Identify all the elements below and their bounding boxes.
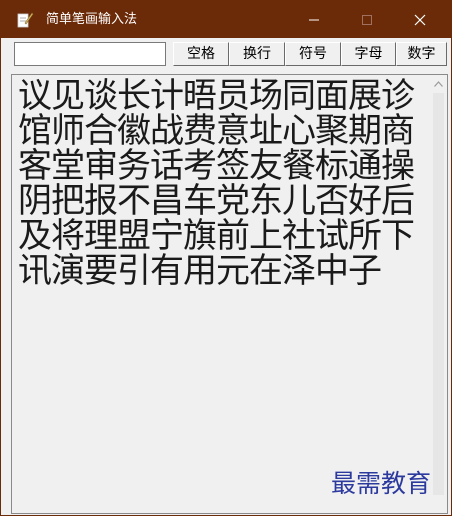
newline-button[interactable]: 换行 bbox=[229, 42, 285, 66]
space-button[interactable]: 空格 bbox=[173, 42, 229, 66]
scroll-up-button[interactable] bbox=[430, 75, 447, 92]
vertical-scrollbar[interactable] bbox=[430, 75, 447, 513]
minimize-button[interactable] bbox=[291, 1, 337, 38]
letter-button[interactable]: 字母 bbox=[341, 42, 396, 66]
symbol-button[interactable]: 符号 bbox=[285, 42, 341, 66]
close-icon bbox=[414, 14, 426, 25]
maximize-button[interactable] bbox=[344, 1, 390, 38]
candidate-panel: 议见谈长计晤员场同面展诊馆师合徽战费意址心聚期商客堂审务话考签友餐标通操阴把报不… bbox=[11, 74, 448, 514]
minimize-icon bbox=[309, 19, 319, 20]
window-title: 简单笔画输入法 bbox=[46, 12, 138, 27]
stroke-input-field[interactable] bbox=[14, 42, 166, 66]
feather-pen-icon bbox=[17, 12, 34, 28]
watermark-text: 最需教育 bbox=[331, 469, 432, 498]
scroll-up-arrow-icon bbox=[434, 80, 443, 87]
maximize-icon bbox=[362, 14, 372, 25]
ime-window: 简单笔画输入法 空格 换行 符号 字母 数字 议见谈长计晤员场同面展诊馆师合徽战… bbox=[0, 0, 452, 516]
scrollbar-track[interactable] bbox=[433, 93, 444, 495]
close-button[interactable] bbox=[397, 1, 443, 38]
toolbar: 空格 换行 符号 字母 数字 bbox=[1, 38, 451, 72]
number-button[interactable]: 数字 bbox=[396, 42, 447, 66]
candidate-characters[interactable]: 议见谈长计晤员场同面展诊馆师合徽战费意址心聚期商客堂审务话考签友餐标通操阴把报不… bbox=[18, 79, 430, 289]
title-bar[interactable]: 简单笔画输入法 bbox=[1, 1, 451, 38]
